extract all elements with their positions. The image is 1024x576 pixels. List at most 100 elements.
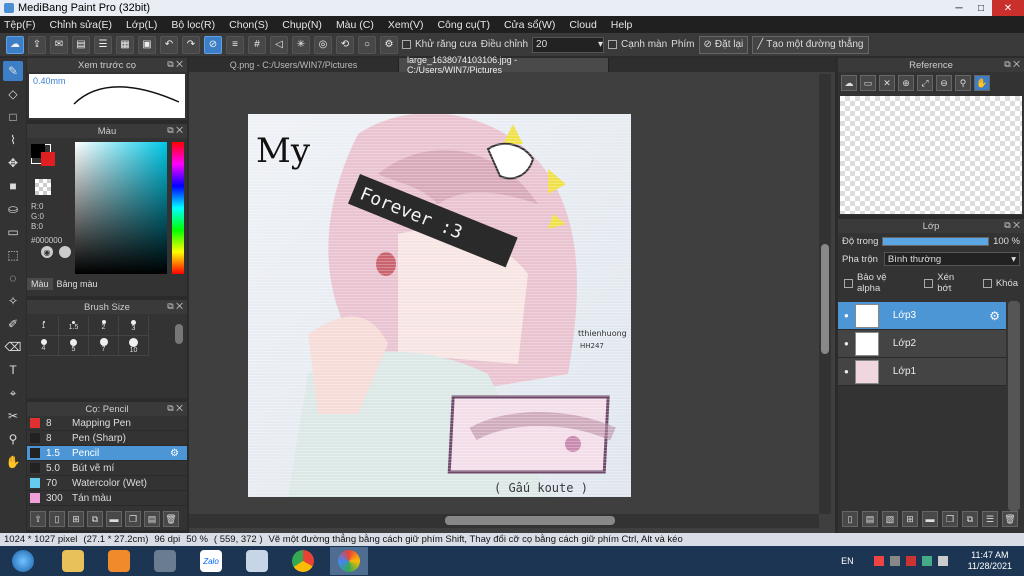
duplicate-icon[interactable]: ⧉ — [87, 511, 103, 527]
brush-list-item[interactable]: 1.5 Pencil ⚙ — [27, 446, 187, 461]
zoom-out-icon[interactable]: ⊖ — [936, 75, 952, 91]
layer-folder-icon[interactable]: ▬ — [922, 511, 938, 527]
hue-slider[interactable] — [172, 142, 184, 274]
layer-menu-icon[interactable]: ☰ — [982, 511, 998, 527]
comment-icon[interactable]: ✉ — [50, 35, 68, 54]
magic-wand-icon[interactable]: ✧ — [3, 291, 23, 311]
new-8bit-icon[interactable]: ▧ — [882, 511, 898, 527]
page-icon[interactable]: ▣ — [138, 35, 156, 54]
layer-item[interactable]: ● Lớp1 — [838, 358, 1006, 386]
copy-icon[interactable]: ❐ — [125, 511, 141, 527]
eyedropper-icon[interactable]: ⚲ — [955, 75, 971, 91]
menu-view[interactable]: Xem(V) — [388, 19, 424, 31]
brush-size-cell[interactable]: 1.5 — [59, 316, 89, 336]
menu-tools[interactable]: Công cụ(T) — [437, 19, 490, 31]
brush-size-cell[interactable]: 1 — [29, 316, 59, 336]
share-icon[interactable]: ⇪ — [28, 35, 46, 54]
menu-edit[interactable]: Chỉnh sửa(E) — [50, 19, 112, 31]
eraser-tool-icon[interactable]: ◇ — [3, 84, 23, 104]
zoom-in-icon[interactable]: ⊕ — [898, 75, 914, 91]
minimize-button[interactable]: ─ — [948, 0, 970, 16]
chrome-icon[interactable] — [284, 547, 322, 575]
tray-icon[interactable] — [889, 556, 900, 566]
language-indicator[interactable]: EN — [841, 556, 854, 566]
text-tool-icon[interactable]: T — [3, 360, 23, 380]
gear-icon[interactable]: ⚙ — [989, 309, 1000, 323]
tray-icon[interactable] — [921, 556, 932, 566]
vertical-scroll-thumb[interactable] — [821, 244, 829, 354]
horizontal-scrollbar[interactable] — [189, 514, 819, 528]
fill-rect-icon[interactable]: ■ — [3, 176, 23, 196]
straight-line-button[interactable]: ╱ Tạo một đường thẳng — [752, 35, 869, 54]
panel-close-icon[interactable]: ⧉ ✕ — [167, 301, 183, 312]
upload-icon[interactable]: ⇧ — [30, 511, 46, 527]
copy-layer-icon[interactable]: ❐ — [942, 511, 958, 527]
trash-icon[interactable]: 🗑 — [163, 511, 179, 527]
undo-icon[interactable]: ↶ — [160, 35, 178, 54]
menu-window[interactable]: Cửa sổ(W) — [504, 19, 555, 31]
merge-layer-icon[interactable]: ⧉ — [962, 511, 978, 527]
eyedropper-icon[interactable]: ⚲ — [3, 429, 23, 449]
tray-icon[interactable] — [905, 556, 916, 566]
menu-help[interactable]: Help — [611, 19, 633, 31]
vertical-scrollbar[interactable] — [819, 74, 831, 514]
hand-tool-icon[interactable]: ✋ — [3, 452, 23, 472]
doc-icon[interactable]: ▤ — [72, 35, 90, 54]
select-pen-icon[interactable]: ✐ — [3, 314, 23, 334]
list-icon[interactable]: ☰ — [94, 35, 112, 54]
explorer-icon[interactable] — [54, 547, 92, 575]
adjust-select[interactable]: 20 ▾ — [532, 36, 605, 53]
menu-layer[interactable]: Lớp(L) — [126, 19, 157, 31]
brush-tool-icon[interactable]: ✎ — [3, 61, 23, 81]
folder-icon[interactable]: ▬ — [106, 511, 122, 527]
brush-size-cell[interactable]: 2 — [89, 316, 119, 336]
panel-close-icon[interactable]: ⧉ ✕ — [167, 403, 183, 414]
tab-document-2[interactable]: large_1638074103106.jpg - C:/Users/WIN7/… — [399, 55, 609, 75]
bucket-tool-icon[interactable]: ⛀ — [3, 199, 23, 219]
tab-palette[interactable]: Bảng màu — [53, 278, 102, 290]
reference-canvas[interactable] — [840, 96, 1022, 214]
fit-icon[interactable]: ⤢ — [917, 75, 933, 91]
tray-icon[interactable] — [873, 556, 884, 566]
artwork-canvas[interactable]: Forever :3 My tthienhuong HH247 ( Gấu ko… — [248, 114, 631, 497]
menu-capture[interactable]: Chụp(N) — [282, 19, 322, 31]
calculator-icon[interactable] — [146, 547, 184, 575]
snap-edge-checkbox[interactable] — [608, 40, 618, 49]
divide-tool-icon[interactable]: ✂ — [3, 406, 23, 426]
select-rect-icon[interactable]: ⬚ — [3, 245, 23, 265]
maximize-button[interactable]: □ — [970, 0, 992, 16]
eye-icon[interactable]: ● — [844, 311, 849, 320]
brush-size-scrollbar[interactable] — [175, 324, 183, 344]
horizontal-scroll-thumb[interactable] — [445, 516, 615, 525]
select-lasso-icon[interactable]: ◌ — [3, 268, 23, 288]
operation-tool-icon[interactable]: ⌖ — [3, 383, 23, 403]
hand-icon[interactable]: ✋ — [974, 75, 990, 91]
brush-size-cell[interactable]: 4 — [29, 336, 59, 356]
gradient-tool-icon[interactable]: ▭ — [3, 222, 23, 242]
protect-alpha-checkbox[interactable] — [844, 278, 853, 288]
clip-checkbox[interactable] — [924, 278, 934, 288]
gear-icon[interactable]: ⚙ — [170, 448, 179, 459]
menu-filter[interactable]: Bộ lọc(R) — [171, 19, 215, 31]
panel-close-icon[interactable]: ⧉ ✕ — [167, 59, 183, 70]
brush-list-item[interactable]: 70 Watercolor (Wet) — [27, 476, 187, 491]
parallel-snap-icon[interactable]: ≡ — [226, 35, 244, 54]
brush-size-cell[interactable]: 7 — [89, 336, 119, 356]
transparent-swatch[interactable] — [35, 179, 51, 195]
menu-color[interactable]: Màu (C) — [336, 19, 374, 31]
antialias-checkbox[interactable] — [402, 40, 411, 49]
add-layer-icon[interactable]: ⊞ — [902, 511, 918, 527]
radial-snap-icon[interactable]: ✳ — [292, 35, 310, 54]
reset-button[interactable]: ⊘ Đặt lại — [698, 35, 749, 54]
new-layer-icon[interactable]: ▯ — [842, 511, 858, 527]
grid-icon[interactable]: ▦ — [116, 35, 134, 54]
panel-close-icon[interactable]: ⧉ ✕ — [1004, 59, 1020, 70]
brush-list-item[interactable]: 5.0 Bút vẽ mí — [27, 461, 187, 476]
brush-size-cell[interactable]: 3 — [119, 316, 149, 336]
select-eraser-icon[interactable]: ⌫ — [3, 337, 23, 357]
lasso-brush-icon[interactable]: ⌇ — [3, 130, 23, 150]
cloud-upload-icon[interactable]: ☁ — [841, 75, 857, 91]
layer-item[interactable]: ● Lớp3 ⚙ — [838, 302, 1006, 330]
opacity-slider[interactable] — [882, 237, 990, 246]
volume-icon[interactable] — [937, 556, 948, 566]
